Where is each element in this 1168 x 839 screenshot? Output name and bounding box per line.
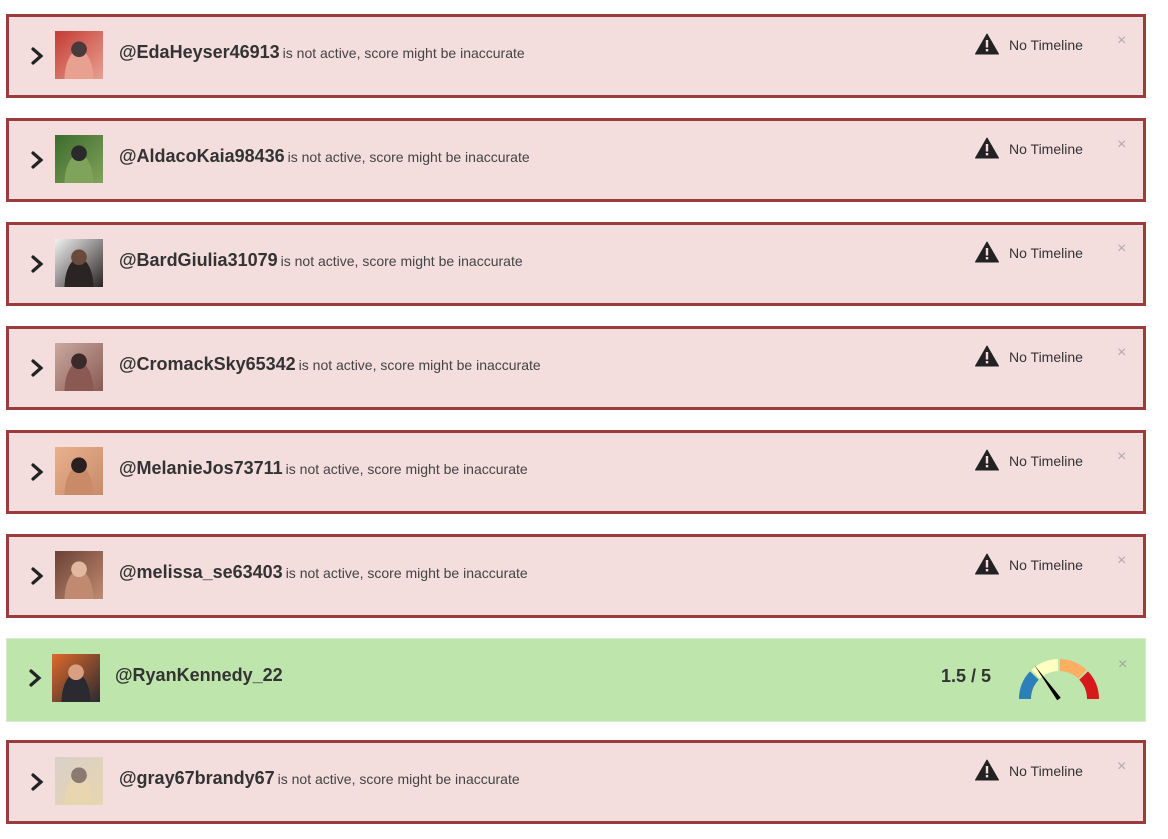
- score-text: 1.5 / 5: [941, 666, 992, 686]
- chevron-right-icon[interactable]: [29, 771, 47, 793]
- username-link[interactable]: @AldacoKaia98436: [119, 146, 285, 166]
- close-icon[interactable]: ×: [1117, 759, 1126, 775]
- account-row[interactable]: @RyanKennedy_22 1.5 / 5 ×: [6, 638, 1146, 722]
- account-name-line: @RyanKennedy_22: [115, 665, 283, 686]
- score-gauge: [1019, 659, 1099, 701]
- username-link[interactable]: @CromackSky65342: [119, 354, 296, 374]
- inactive-status-text: is not active, score might be inaccurate: [285, 461, 528, 477]
- chevron-right-icon[interactable]: [29, 357, 47, 379]
- account-row[interactable]: @gray67brandy67 is not active, score migh…: [6, 740, 1146, 824]
- close-icon[interactable]: ×: [1118, 657, 1127, 673]
- account-name-line: @BardGiulia31079 is not active, score mig…: [119, 250, 523, 271]
- username-link[interactable]: @MelanieJos73711: [119, 458, 283, 478]
- gauge-segment: [1079, 671, 1099, 699]
- warning-triangle-icon: [975, 553, 999, 575]
- no-timeline-label: No Timeline: [1009, 557, 1083, 573]
- gauge-segment: [1019, 671, 1039, 699]
- warning-triangle-icon: [975, 345, 999, 367]
- warning-triangle-icon: [975, 137, 999, 159]
- warning-triangle-icon: [975, 241, 999, 263]
- avatar: [55, 239, 103, 287]
- account-name-line: @gray67brandy67 is not active, score migh…: [119, 768, 520, 789]
- avatar: [55, 447, 103, 495]
- account-name-line: @EdaHeyser46913 is not active, score migh…: [119, 42, 525, 63]
- chevron-right-icon[interactable]: [29, 461, 47, 483]
- inactive-status-text: is not active, score might be inaccurate: [287, 149, 530, 165]
- chevron-right-icon[interactable]: [29, 565, 47, 587]
- avatar: [55, 757, 103, 805]
- avatar: [55, 31, 103, 79]
- chevron-right-icon[interactable]: [29, 253, 47, 275]
- inactive-status-text: is not active, score might be inaccurate: [298, 357, 541, 373]
- inactive-status-text: is not active, score might be inaccurate: [280, 253, 523, 269]
- gauge-segment: [1031, 659, 1059, 679]
- chevron-right-icon[interactable]: [29, 149, 47, 171]
- username-link[interactable]: @BardGiulia31079: [119, 250, 278, 270]
- account-row[interactable]: @MelanieJos73711 is not active, score mig…: [6, 430, 1146, 514]
- username-link[interactable]: @gray67brandy67: [119, 768, 275, 788]
- no-timeline-label: No Timeline: [1009, 453, 1083, 469]
- account-name-line: @CromackSky65342 is not active, score mig…: [119, 354, 541, 375]
- avatar: [55, 343, 103, 391]
- warning-triangle-icon: [975, 33, 999, 55]
- gauge-segment: [1059, 659, 1087, 679]
- no-timeline-label: No Timeline: [1009, 349, 1083, 365]
- no-timeline-label: No Timeline: [1009, 141, 1083, 157]
- close-icon[interactable]: ×: [1117, 345, 1126, 361]
- inactive-status-text: is not active, score might be inaccurate: [285, 565, 528, 581]
- no-timeline-label: No Timeline: [1009, 37, 1083, 53]
- close-icon[interactable]: ×: [1117, 449, 1126, 465]
- account-name-line: @melissa_se63403 is not active, score mig…: [119, 562, 528, 583]
- username-link[interactable]: @melissa_se63403: [119, 562, 283, 582]
- no-timeline-label: No Timeline: [1009, 245, 1083, 261]
- warning-triangle-icon: [975, 449, 999, 471]
- account-name-line: @AldacoKaia98436 is not active, score mig…: [119, 146, 530, 167]
- account-row[interactable]: @melissa_se63403 is not active, score mig…: [6, 534, 1146, 618]
- account-row[interactable]: @CromackSky65342 is not active, score mig…: [6, 326, 1146, 410]
- close-icon[interactable]: ×: [1117, 241, 1126, 257]
- chevron-right-icon[interactable]: [27, 667, 45, 689]
- no-timeline-label: No Timeline: [1009, 763, 1083, 779]
- inactive-status-text: is not active, score might be inaccurate: [277, 771, 520, 787]
- inactive-status-text: is not active, score might be inaccurate: [282, 45, 525, 61]
- account-name-line: @MelanieJos73711 is not active, score mig…: [119, 458, 528, 479]
- avatar: [52, 654, 100, 702]
- close-icon[interactable]: ×: [1117, 33, 1126, 49]
- account-row[interactable]: @BardGiulia31079 is not active, score mig…: [6, 222, 1146, 306]
- account-row[interactable]: @AldacoKaia98436 is not active, score mig…: [6, 118, 1146, 202]
- username-link[interactable]: @EdaHeyser46913: [119, 42, 280, 62]
- account-list: @EdaHeyser46913 is not active, score migh…: [0, 0, 1168, 839]
- account-row[interactable]: @EdaHeyser46913 is not active, score migh…: [6, 14, 1146, 98]
- username-link[interactable]: @RyanKennedy_22: [115, 665, 283, 685]
- warning-triangle-icon: [975, 759, 999, 781]
- avatar: [55, 135, 103, 183]
- chevron-right-icon[interactable]: [29, 45, 47, 67]
- avatar: [55, 551, 103, 599]
- close-icon[interactable]: ×: [1117, 553, 1126, 569]
- close-icon[interactable]: ×: [1117, 137, 1126, 153]
